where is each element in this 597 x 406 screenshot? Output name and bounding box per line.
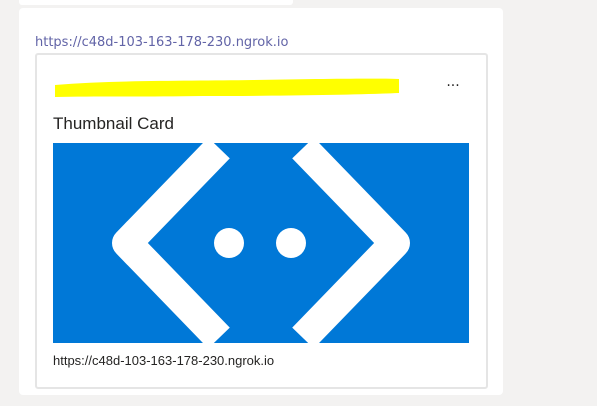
card-footer-url: https://c48d-103-163-178-230.ngrok.io [53, 353, 275, 368]
card-title: Thumbnail Card [53, 114, 174, 133]
message-link[interactable]: https://c48d-103-163-178-230.ngrok.io [35, 34, 288, 52]
bot-framework-logo-icon [53, 143, 469, 343]
redaction-mark [55, 78, 399, 97]
card-thumbnail-image[interactable] [53, 143, 469, 343]
chat-pane: https://c48d-103-163-178-230.ngrok.io ··… [0, 0, 597, 406]
more-options-button[interactable]: ··· [441, 75, 465, 97]
thumbnail-card: ··· Thumbnail Card https://c48d-103-163-… [35, 53, 488, 389]
previous-message-bubble [19, 0, 293, 5]
